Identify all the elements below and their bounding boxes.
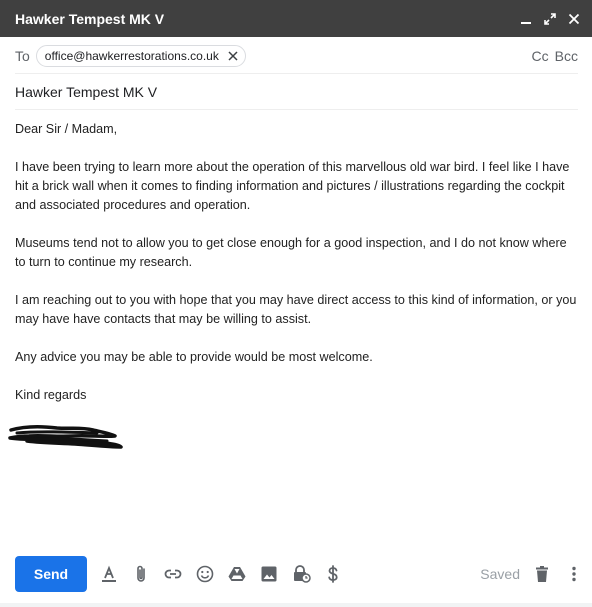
expand-icon[interactable] [538, 7, 562, 31]
compose-title: Hawker Tempest MK V [15, 10, 165, 27]
attach-icon[interactable] [125, 558, 157, 590]
compose-window: Hawker Tempest MK V To office@hawkerrest… [0, 0, 592, 607]
format-text-icon[interactable] [93, 558, 125, 590]
trash-icon[interactable] [526, 558, 558, 590]
recipient-chip-email: office@hawkerrestorations.co.uk [44, 48, 219, 63]
emoji-icon[interactable] [189, 558, 221, 590]
bottom-divider [0, 603, 592, 607]
remove-recipient-icon[interactable] [225, 48, 241, 64]
body-paragraph-4: Any advice you may be able to provide wo… [15, 350, 373, 364]
send-button[interactable]: Send [15, 556, 87, 592]
confidential-icon[interactable] [285, 558, 317, 590]
closing: Kind regards [15, 388, 87, 402]
recipients-row[interactable]: To office@hawkerrestorations.co.uk Cc Bc… [15, 38, 578, 74]
cc-link[interactable]: Cc [532, 48, 549, 64]
drive-icon[interactable] [221, 558, 253, 590]
more-vert-icon[interactable] [558, 558, 590, 590]
close-icon[interactable] [562, 7, 586, 31]
link-icon[interactable] [157, 558, 189, 590]
dollar-icon[interactable] [317, 558, 349, 590]
recipient-chip[interactable]: office@hawkerrestorations.co.uk [35, 44, 246, 67]
to-label: To [15, 47, 30, 64]
photo-icon[interactable] [253, 558, 285, 590]
compose-toolbar: Send Saved [0, 552, 592, 596]
compose-header[interactable]: Hawker Tempest MK V [0, 0, 592, 37]
saved-status: Saved [480, 566, 520, 582]
cc-bcc-links: Cc Bcc [532, 48, 578, 64]
bcc-link[interactable]: Bcc [555, 48, 578, 64]
window-controls [514, 7, 592, 31]
formatting-tools [93, 558, 349, 590]
subject-text: Hawker Tempest MK V [15, 83, 158, 100]
redacted-signature-icon [8, 424, 123, 449]
subject-field[interactable]: Hawker Tempest MK V [15, 74, 578, 110]
right-tools [526, 558, 590, 590]
greeting: Dear Sir / Madam, [15, 122, 118, 136]
body-paragraph-2: Museums tend not to allow you to get clo… [15, 236, 567, 269]
minimize-icon[interactable] [514, 7, 538, 31]
message-body[interactable]: Dear Sir / Madam, I have been trying to … [15, 120, 578, 405]
body-paragraph-1: I have been trying to learn more about t… [15, 160, 570, 212]
body-paragraph-3: I am reaching out to you with hope that … [15, 293, 577, 326]
